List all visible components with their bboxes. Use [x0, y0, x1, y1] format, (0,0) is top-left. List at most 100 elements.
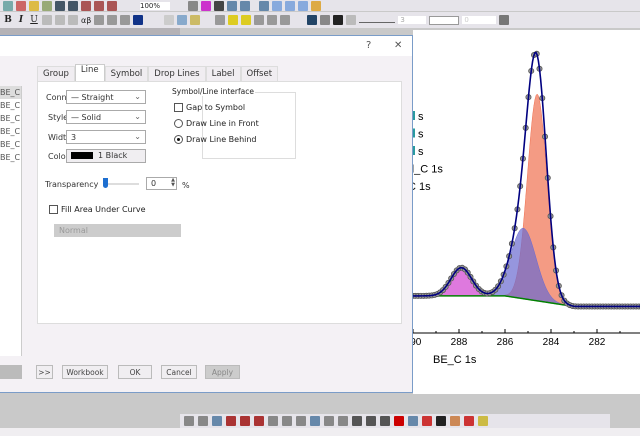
tab-offset[interactable]: Offset: [240, 66, 279, 81]
transparency-input[interactable]: 0 ▲ ▼: [146, 177, 177, 190]
zoom-icon[interactable]: [272, 0, 282, 11]
toolbar-icon[interactable]: [94, 0, 104, 11]
line-color-icon[interactable]: [333, 15, 344, 25]
spinner-icon[interactable]: ▲ ▼: [171, 178, 175, 188]
zoom-select[interactable]: 100%: [140, 1, 170, 10]
layer-icon[interactable]: [254, 15, 265, 25]
tool-icon[interactable]: [338, 416, 348, 426]
bold-button[interactable]: B: [3, 15, 13, 25]
italic-button[interactable]: I: [16, 15, 26, 25]
tool-icon[interactable]: [212, 416, 222, 426]
increase-font-icon[interactable]: [94, 15, 105, 25]
layer-item[interactable]: BE_C: [0, 125, 21, 138]
tool-icon[interactable]: [408, 416, 418, 426]
draw-in-front-radio[interactable]: Draw Line in Front: [174, 119, 259, 128]
paste-icon[interactable]: [190, 15, 201, 25]
layer-item[interactable]: BE_C: [0, 138, 21, 151]
help-button[interactable]: ?: [366, 40, 371, 51]
border-select[interactable]: [429, 15, 460, 25]
symbol-icon[interactable]: [346, 15, 357, 25]
font-color-icon[interactable]: [133, 15, 144, 25]
layer-item[interactable]: BE_C: [0, 86, 21, 99]
transparency-slider[interactable]: [103, 183, 139, 185]
layer-icon[interactable]: [228, 15, 239, 25]
tool-icon[interactable]: [380, 416, 390, 426]
subscript-icon[interactable]: [55, 15, 65, 25]
toolbar-icon[interactable]: [81, 0, 91, 11]
width-select[interactable]: 3 ⌄: [66, 130, 146, 144]
cut-icon[interactable]: [164, 15, 175, 25]
layer-item[interactable]: BE_C: [0, 99, 21, 112]
tool-icon[interactable]: [282, 416, 292, 426]
open-icon[interactable]: [29, 0, 39, 11]
fill-area-checkbox[interactable]: Fill Area Under Curve: [49, 205, 146, 214]
tool-icon[interactable]: [324, 416, 334, 426]
cancel-button[interactable]: Cancel: [161, 365, 197, 379]
tool-icon[interactable]: [226, 416, 236, 426]
tool-icon[interactable]: [296, 416, 306, 426]
layer-icon[interactable]: [215, 15, 226, 25]
draw-behind-radio[interactable]: Draw Line Behind: [174, 135, 257, 144]
tool-icon[interactable]: [450, 416, 460, 426]
tab-drop-lines[interactable]: Drop Lines: [148, 66, 206, 81]
toolbar-icon[interactable]: [240, 0, 250, 11]
tool-icon[interactable]: [394, 416, 404, 426]
tool-icon[interactable]: [240, 416, 250, 426]
toolbar-icon[interactable]: [42, 0, 52, 11]
tool-icon[interactable]: [464, 416, 474, 426]
toolbar-icon[interactable]: [227, 0, 237, 11]
greek-button[interactable]: αβ: [81, 16, 91, 25]
toolbar-icon[interactable]: [16, 0, 26, 11]
fill-color-icon[interactable]: [307, 15, 318, 25]
layer-tree[interactable]: BE_C BE_C BE_C BE_C BE_C BE_C: [0, 86, 22, 356]
slider-thumb[interactable]: [103, 178, 108, 188]
close-button[interactable]: ✕: [394, 40, 402, 51]
pattern-select[interactable]: 0: [462, 16, 497, 24]
tool-icon[interactable]: [198, 416, 208, 426]
tool-icon[interactable]: [184, 416, 194, 426]
copy-icon[interactable]: [177, 15, 188, 25]
align-icon[interactable]: [120, 15, 131, 25]
gap-to-symbol-checkbox[interactable]: Gap to Symbol: [174, 103, 245, 112]
pattern-icon[interactable]: [320, 15, 331, 25]
save-icon[interactable]: [68, 0, 78, 11]
ok-button[interactable]: OK: [118, 365, 152, 379]
toolbar-icon[interactable]: [3, 0, 13, 11]
toolbar-icon[interactable]: [285, 0, 295, 11]
line-style-select[interactable]: [359, 17, 396, 23]
line-width-select[interactable]: 3: [398, 16, 427, 24]
more-button[interactable]: >>: [36, 365, 53, 379]
workbook-button[interactable]: Workbook: [62, 365, 108, 379]
tab-symbol[interactable]: Symbol: [104, 66, 149, 81]
toolbar-icon[interactable]: [107, 0, 117, 11]
layer-icon[interactable]: [267, 15, 278, 25]
toolbar-icon[interactable]: [298, 0, 308, 11]
tool-icon[interactable]: [254, 416, 264, 426]
toolbar-icon[interactable]: [214, 0, 224, 11]
tool-icon[interactable]: [366, 416, 376, 426]
print-icon[interactable]: [188, 0, 198, 11]
tool-icon[interactable]: [422, 416, 432, 426]
tool-icon[interactable]: [478, 416, 488, 426]
layer-icon[interactable]: [241, 15, 252, 25]
tool-icon[interactable]: [310, 416, 320, 426]
tab-label[interactable]: Label: [205, 66, 241, 81]
underline-button[interactable]: U: [29, 15, 39, 25]
layer-icon[interactable]: [280, 15, 291, 25]
layer-item[interactable]: BE_C: [0, 151, 21, 164]
decrease-font-icon[interactable]: [107, 15, 118, 25]
tool-icon[interactable]: [352, 416, 362, 426]
tab-group[interactable]: Group: [37, 66, 75, 81]
tool-icon[interactable]: [436, 416, 446, 426]
tab-line[interactable]: Line: [74, 64, 105, 81]
toolbar-icon[interactable]: [201, 0, 211, 11]
connect-select[interactable]: — Straight ⌄: [66, 90, 146, 104]
layer-item[interactable]: BE_C: [0, 112, 21, 125]
toolbar-icon[interactable]: [259, 0, 269, 11]
tool-icon[interactable]: [268, 416, 278, 426]
style-select[interactable]: — Solid ⌄: [66, 110, 146, 124]
pattern-icon[interactable]: [499, 15, 510, 25]
layer-select[interactable]: [0, 365, 22, 379]
supsub-icon[interactable]: [68, 15, 78, 25]
save-icon[interactable]: [55, 0, 65, 11]
